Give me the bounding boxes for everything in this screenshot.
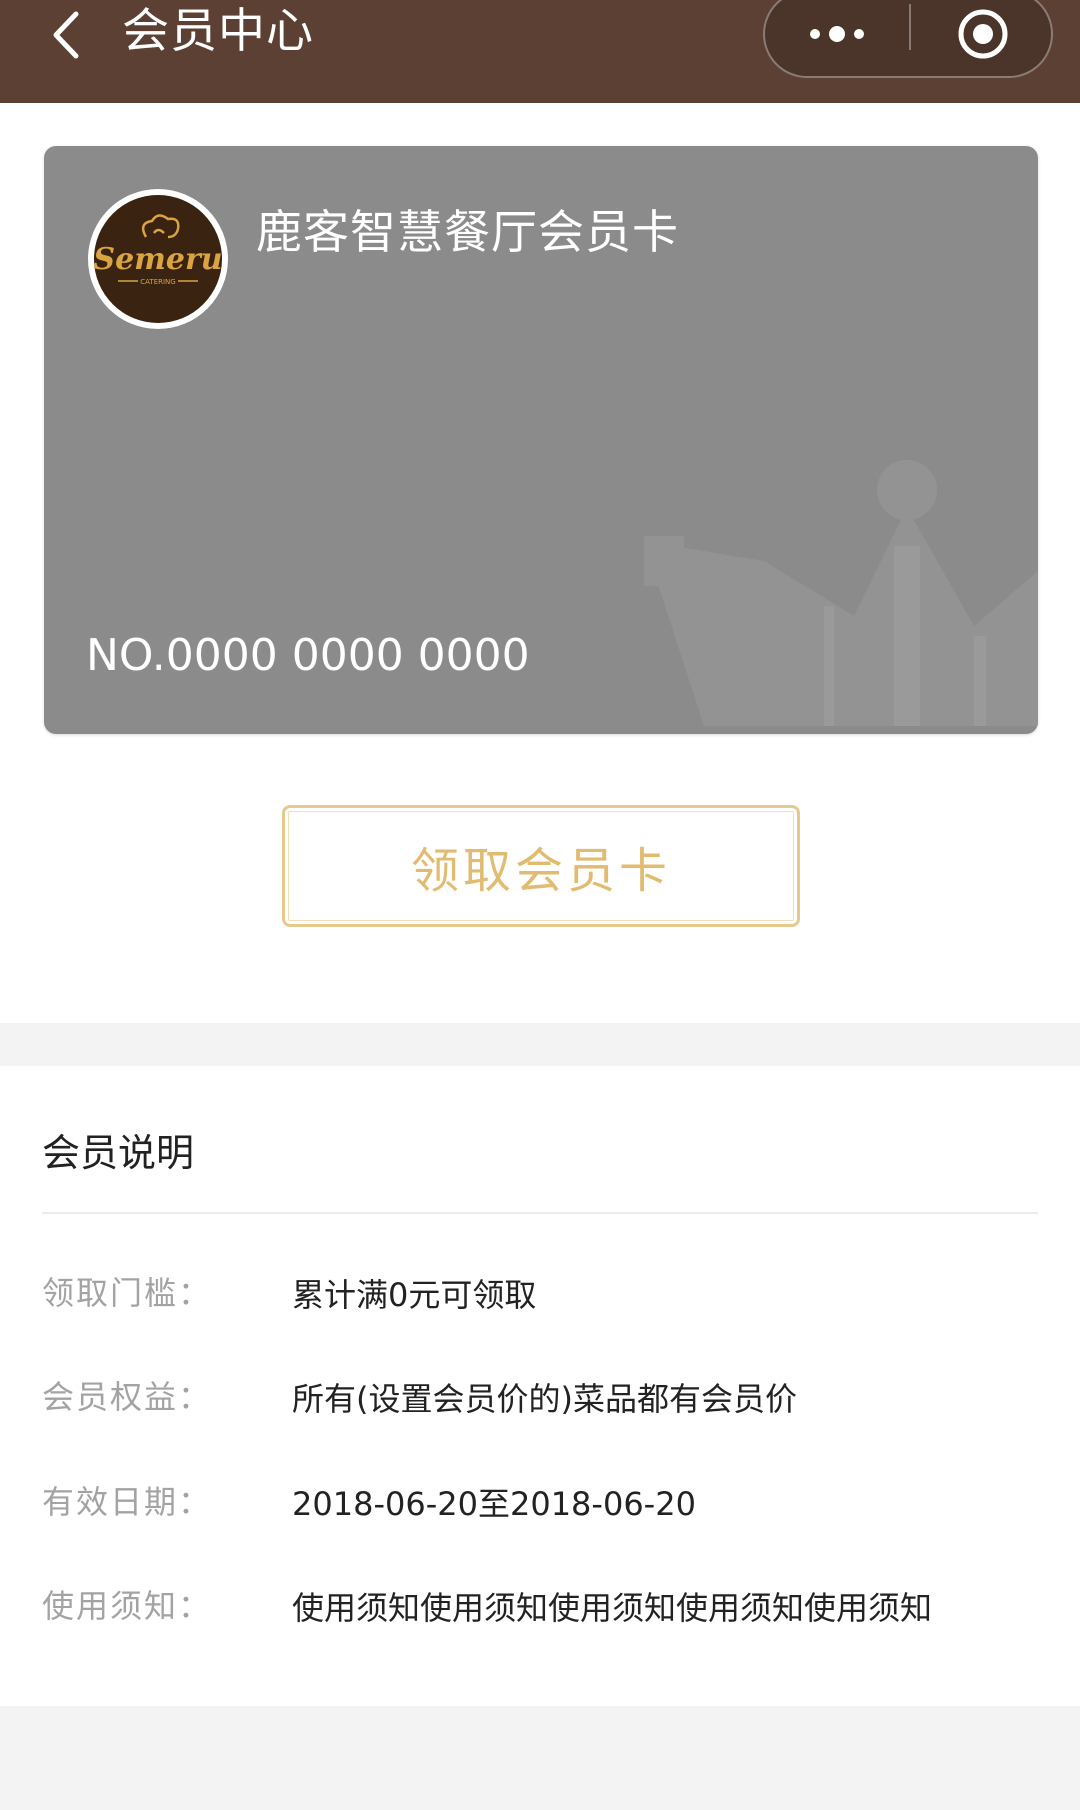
card-name: 鹿客智慧餐厅会员卡 (256, 205, 679, 259)
info-value: 累计满0元可领取 (292, 1276, 537, 1314)
section-title: 会员说明 (42, 1131, 195, 1175)
info-label: 领取门槛： (42, 1274, 213, 1312)
claim-card-button[interactable]: 领取会员卡 (282, 805, 800, 927)
info-row-benefits: 会员权益： 所有(设置会员价的)菜品都有会员价 (0, 1372, 1080, 1432)
crown-watermark-icon (644, 460, 1038, 726)
target-circle-icon (958, 9, 1008, 59)
info-value: 所有(设置会员价的)菜品都有会员价 (292, 1380, 797, 1418)
close-mini-program-button[interactable] (911, 0, 1055, 76)
restaurant-logo: Semeru CATERING (88, 189, 228, 329)
svg-text:CATERING: CATERING (140, 278, 175, 286)
more-dots-icon (810, 26, 864, 42)
info-row-threshold: 领取门槛： 累计满0元可领取 (0, 1268, 1080, 1328)
info-row-notice: 使用须知： 使用须知使用须知使用须知使用须知使用须知 (0, 1581, 1080, 1641)
info-label: 使用须知： (42, 1587, 213, 1625)
info-value: 使用须知使用须知使用须知使用须知使用须知 (292, 1589, 933, 1627)
card-number: NO.0000 0000 0000 (86, 630, 530, 681)
mini-program-capsule (763, 0, 1053, 78)
info-row-validity: 有效日期： 2018-06-20至2018-06-20 (0, 1477, 1080, 1537)
top-nav-bar: 会员中心 (0, 0, 1080, 103)
svg-text:Semeru: Semeru (94, 242, 222, 277)
more-button[interactable] (765, 0, 909, 76)
info-value: 2018-06-20至2018-06-20 (292, 1485, 696, 1523)
divider (42, 1212, 1038, 1214)
membership-info-section: 会员说明 领取门槛： 累计满0元可领取 会员权益： 所有(设置会员价的)菜品都有… (0, 1066, 1080, 1706)
member-card: Semeru CATERING 鹿客智慧餐厅会员卡 NO.0000 0000 0… (44, 146, 1038, 734)
page-title: 会员中心 (122, 4, 314, 59)
info-label: 会员权益： (42, 1378, 213, 1416)
info-label: 有效日期： (42, 1483, 213, 1521)
chevron-left-icon (53, 11, 79, 59)
card-section: Semeru CATERING 鹿客智慧餐厅会员卡 NO.0000 0000 0… (0, 103, 1080, 1023)
back-button[interactable] (36, 0, 96, 70)
